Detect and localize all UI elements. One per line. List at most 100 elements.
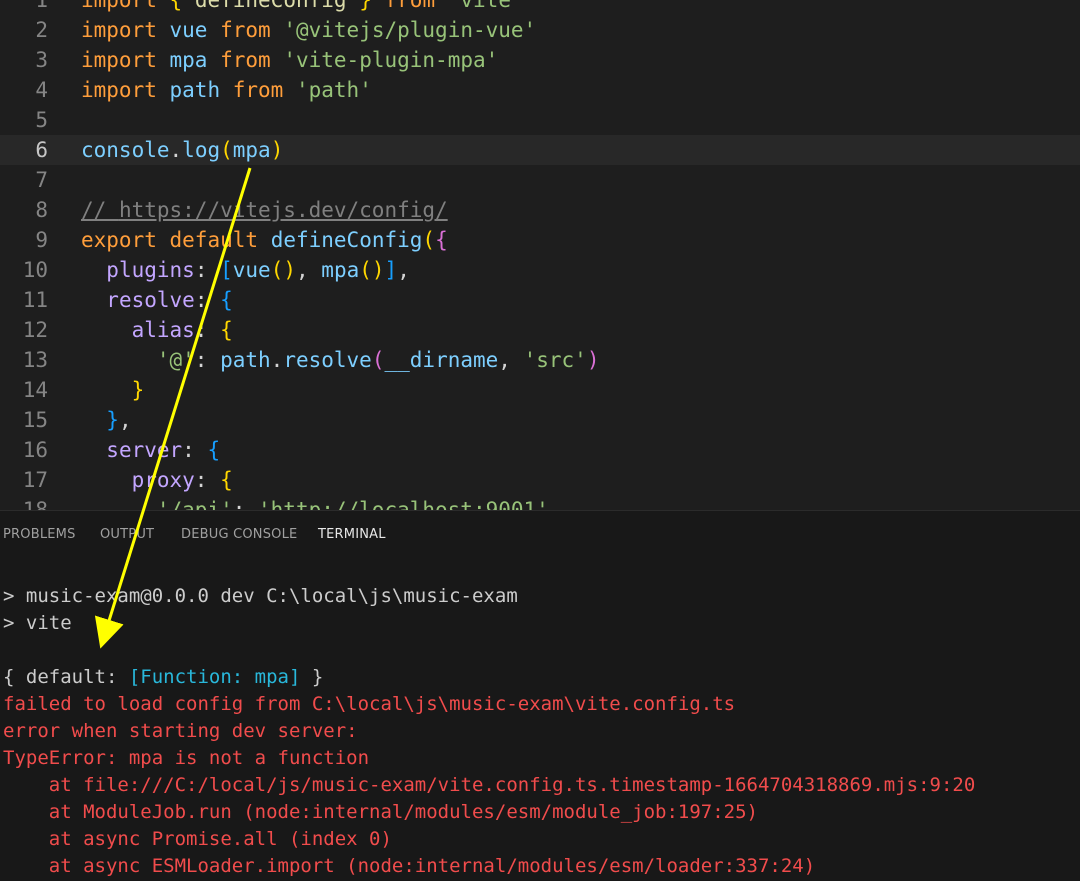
code-token: , (118, 408, 132, 432)
code-token: : (194, 468, 221, 492)
code-line[interactable]: 4 import path from 'path' (0, 75, 1080, 105)
code-token: mpa (169, 48, 208, 72)
terminal-text: error when starting dev server: (3, 720, 358, 742)
code-token: from (220, 48, 271, 72)
code-token: server (106, 438, 183, 462)
code-line[interactable]: 7 (0, 165, 1080, 195)
code-token: 'path' (295, 78, 372, 102)
terminal-error-line: at async ESMLoader.import (node:internal… (3, 853, 1073, 880)
code-line[interactable]: 13 '@': path.resolve(__dirname, 'src') (0, 345, 1080, 375)
line-number: 8 (35, 198, 48, 222)
code-line[interactable]: 9 export default defineConfig({ (0, 225, 1080, 255)
code-text: import path from 'path' (81, 75, 372, 105)
code-line[interactable]: 16 server: { (0, 435, 1080, 465)
code-line[interactable]: 17 proxy: { (0, 465, 1080, 495)
code-token: 'vite-plugin-mpa' (283, 48, 499, 72)
code-token: ( (220, 138, 233, 162)
code-token: '@vitejs/plugin-vue' (283, 18, 537, 42)
code-text: // https://vitejs.dev/config/ (81, 195, 448, 225)
line-number: 2 (35, 18, 48, 42)
code-token: mpa (321, 258, 360, 282)
code-token: import (81, 48, 157, 72)
code-token: resolve (106, 288, 195, 312)
line-number: 12 (22, 318, 48, 342)
code-token: } (131, 378, 145, 402)
code-token: import (81, 0, 157, 12)
code-line[interactable]: 18 '/api': 'http://localhost:9001', (0, 495, 1080, 510)
terminal-line: > vite (3, 610, 1073, 637)
tab-problems[interactable]: PROBLEMS (3, 527, 76, 542)
code-token: , (498, 348, 524, 372)
code-token: () (270, 258, 296, 282)
code-text: console.log(mpa) (81, 135, 283, 165)
code-token: 'vite' (447, 0, 524, 12)
tab-output[interactable]: OUTPUT (100, 527, 154, 542)
code-token: '/api' (156, 498, 233, 510)
code-token: : (194, 348, 221, 372)
code-text: }, (81, 405, 132, 435)
code-token: , (548, 498, 562, 510)
terminal-text: TypeError: mpa is not a function (3, 747, 370, 769)
code-text: export default defineConfig({ (81, 225, 448, 255)
terminal-text: { default: (3, 666, 129, 688)
line-number: 10 (22, 258, 48, 282)
code-token: : (182, 438, 208, 462)
line-number: 11 (22, 288, 48, 312)
code-line[interactable]: 10 plugins: [vue(), mpa()], (0, 255, 1080, 285)
code-line[interactable]: 8 // https://vitejs.dev/config/ (0, 195, 1080, 225)
code-line[interactable]: 3 import mpa from 'vite-plugin-mpa' (0, 45, 1080, 75)
terminal-error-line: error when starting dev server: (3, 718, 1073, 745)
code-text: '@': path.resolve(__dirname, 'src') (81, 345, 600, 375)
terminal-error-line: at async Promise.all (index 0) (3, 826, 1073, 853)
code-token: [ (220, 258, 233, 282)
code-line[interactable]: 2 import vue from '@vitejs/plugin-vue' (0, 15, 1080, 45)
line-number: 5 (35, 108, 48, 132)
code-token: resolve (283, 348, 372, 372)
code-line[interactable]: 15 }, (0, 405, 1080, 435)
code-token: { (220, 288, 233, 312)
code-line[interactable]: 14 } (0, 375, 1080, 405)
terminal-error-line: failed to load config from C:\local\js\m… (3, 691, 1073, 718)
line-number: 15 (22, 408, 48, 432)
terminal-text: at async ESMLoader.import (node:internal… (3, 855, 816, 877)
code-line[interactable]: 6 console.log(mpa) (0, 135, 1080, 165)
code-token: console (81, 138, 170, 162)
terminal-line: > music-exam@0.0.0 dev C:\local\js\music… (3, 583, 1073, 610)
code-line[interactable]: 5 (0, 105, 1080, 135)
code-token: { (435, 228, 448, 252)
code-line[interactable]: 12 alias: { (0, 315, 1080, 345)
code-line[interactable]: 11 resolve: { (0, 285, 1080, 315)
tab-terminal[interactable]: TERMINAL (318, 527, 386, 542)
code-token: plugins (106, 258, 195, 282)
code-token: ) (586, 348, 600, 372)
line-number: 7 (35, 168, 48, 192)
line-number: 13 (22, 348, 48, 372)
code-token: from (384, 0, 436, 12)
code-text: import mpa from 'vite-plugin-mpa' (81, 45, 498, 75)
code-token: __dirname (384, 348, 499, 372)
code-token: ( (371, 348, 385, 372)
code-token: { (207, 438, 221, 462)
code-editor[interactable]: 1 import { defineConfig } from 'vite' 2 imp… (0, 0, 1080, 510)
line-number: 16 (22, 438, 48, 462)
line-number: 18 (22, 498, 48, 510)
tab-debug-console[interactable]: DEBUG CONSOLE (181, 527, 297, 542)
code-token: export (81, 228, 157, 252)
line-number: 4 (35, 78, 48, 102)
terminal-text: at async Promise.all (index 0) (3, 828, 392, 850)
code-line[interactable]: 1 import { defineConfig } from 'vite' (0, 0, 1080, 15)
code-token: defineConfig (194, 0, 347, 12)
bottom-panel: PROBLEMS OUTPUT DEBUG CONSOLE TERMINAL > mu… (0, 510, 1080, 881)
code-text: plugins: [vue(), mpa()], (81, 255, 410, 285)
terminal-output[interactable]: > music-exam@0.0.0 dev C:\local\js\music… (3, 583, 1073, 880)
